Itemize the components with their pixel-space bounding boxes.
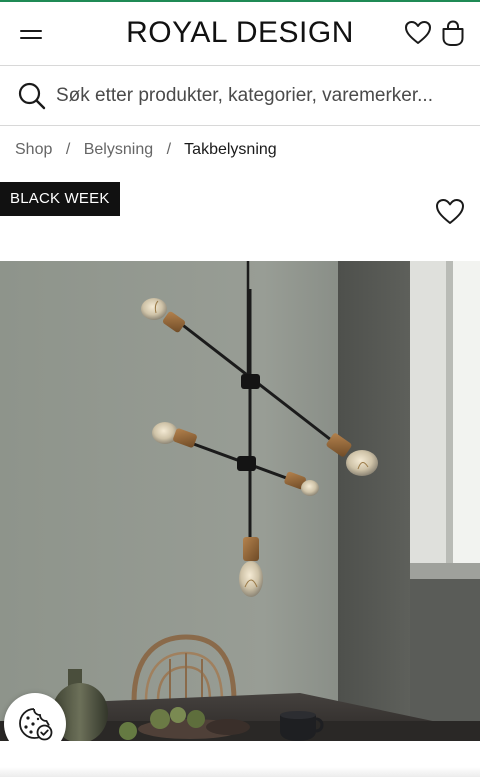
- breadcrumb-separator: /: [65, 141, 71, 158]
- site-header: ROYAL DESIGN: [0, 2, 480, 65]
- heart-icon: [436, 199, 464, 224]
- bottom-shadow: [0, 767, 480, 777]
- product-image[interactable]: [0, 261, 480, 741]
- search-input[interactable]: [56, 80, 466, 112]
- breadcrumb-separator: /: [166, 141, 172, 158]
- search-icon[interactable]: [17, 81, 47, 111]
- breadcrumb-item-belysning[interactable]: Belysning: [84, 141, 153, 158]
- heart-icon: [405, 21, 431, 44]
- product-wishlist-button[interactable]: [434, 196, 466, 228]
- wishlist-button[interactable]: [403, 18, 433, 48]
- breadcrumb-item-current: Takbelysning: [184, 141, 277, 158]
- breadcrumb-item-shop[interactable]: Shop: [15, 141, 52, 158]
- cookie-settings-icon: [19, 708, 53, 741]
- pendant-lamp-photo: [0, 261, 480, 741]
- bottom-area: [0, 741, 480, 777]
- shopping-bag-icon: [442, 20, 464, 46]
- breadcrumb: Shop / Belysning / Takbelysning: [15, 141, 277, 159]
- search-bar: [0, 65, 480, 126]
- cart-button[interactable]: [438, 18, 468, 48]
- promo-badge: BLACK WEEK: [0, 182, 120, 216]
